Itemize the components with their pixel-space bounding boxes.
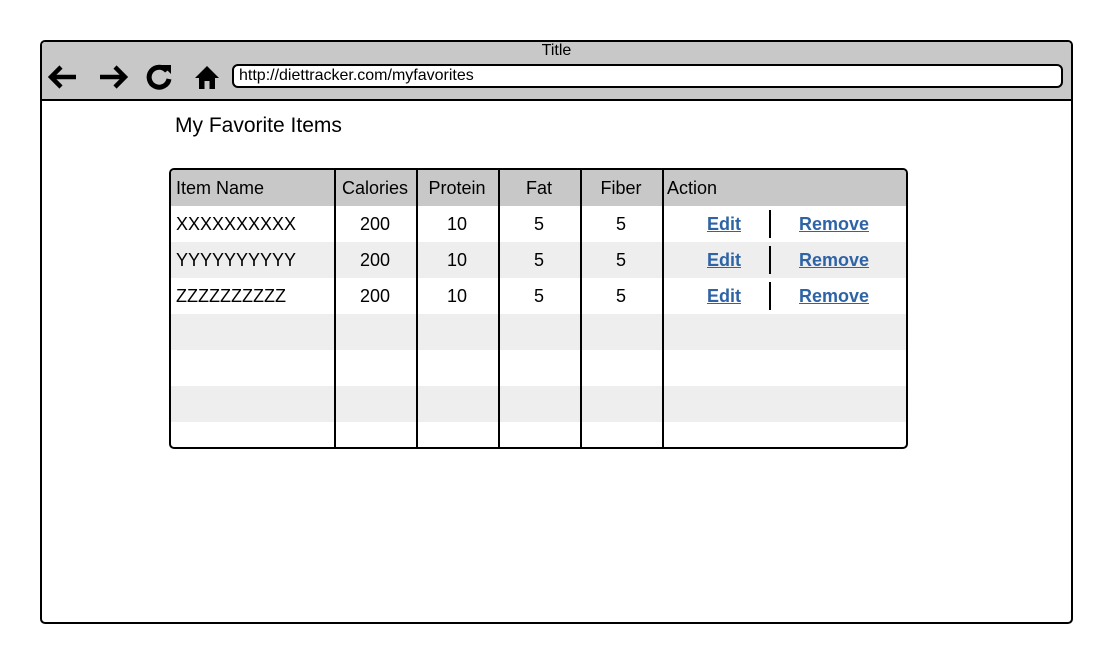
- column-header-item-name: Item Name: [176, 178, 265, 198]
- column-header-action: Action: [667, 178, 718, 198]
- address-bar[interactable]: http://diettracker.com/myfavorites: [232, 64, 1063, 88]
- fiber-cell: 5: [615, 214, 626, 234]
- edit-link[interactable]: Edit: [707, 242, 741, 278]
- forward-arrow-icon[interactable]: [96, 62, 130, 92]
- remove-link[interactable]: Remove: [799, 206, 869, 242]
- home-icon[interactable]: [190, 62, 224, 92]
- column-divider: [580, 170, 582, 447]
- empty-table-row: [171, 386, 906, 422]
- protein-cell: 10: [446, 250, 468, 270]
- action-cell: Edit Remove: [662, 206, 906, 242]
- window-title: Title: [541, 42, 572, 59]
- table-row: YYYYYYYYYY 200 10 5 5 Edit Remove: [171, 242, 906, 278]
- calories-cell: 200: [359, 214, 391, 234]
- action-cell: Edit Remove: [662, 242, 906, 278]
- fiber-cell: 5: [615, 250, 626, 270]
- browser-toolbar: Title http://diettracker.com/myfavorites: [42, 42, 1071, 101]
- item-name-cell: ZZZZZZZZZZ: [176, 286, 286, 306]
- column-divider: [498, 170, 500, 447]
- action-divider: [769, 282, 771, 310]
- column-header-protein: Protein: [428, 178, 486, 198]
- action-divider: [769, 210, 771, 238]
- column-header-fiber: Fiber: [600, 178, 642, 198]
- calories-cell: 200: [359, 250, 391, 270]
- protein-cell: 10: [446, 286, 468, 306]
- page-title: My Favorite Items: [175, 114, 342, 137]
- favorites-table: Item Name Calories Protein Fat Fiber Act…: [169, 168, 908, 449]
- remove-link[interactable]: Remove: [799, 278, 869, 314]
- empty-table-row: [171, 314, 906, 350]
- column-header-calories: Calories: [341, 178, 409, 198]
- back-arrow-icon[interactable]: [46, 62, 80, 92]
- table-row: ZZZZZZZZZZ 200 10 5 5 Edit Remove: [171, 278, 906, 314]
- action-divider: [769, 246, 771, 274]
- column-header-fat: Fat: [525, 178, 552, 198]
- reload-icon[interactable]: [142, 62, 176, 92]
- action-cell: Edit Remove: [662, 278, 906, 314]
- empty-table-row: [171, 350, 906, 386]
- calories-cell: 200: [359, 286, 391, 306]
- fat-cell: 5: [533, 214, 544, 234]
- fat-cell: 5: [533, 250, 544, 270]
- edit-link[interactable]: Edit: [707, 278, 741, 314]
- edit-link[interactable]: Edit: [707, 206, 741, 242]
- table-header-row: Item Name Calories Protein Fat Fiber Act…: [171, 170, 906, 206]
- empty-table-row: [171, 422, 906, 447]
- column-divider: [662, 170, 664, 447]
- column-divider: [416, 170, 418, 447]
- protein-cell: 10: [446, 214, 468, 234]
- item-name-cell: XXXXXXXXXX: [176, 214, 297, 234]
- item-name-cell: YYYYYYYYYY: [176, 250, 297, 270]
- fiber-cell: 5: [615, 286, 626, 306]
- table-row: XXXXXXXXXX 200 10 5 5 Edit Remove: [171, 206, 906, 242]
- remove-link[interactable]: Remove: [799, 242, 869, 278]
- fat-cell: 5: [533, 286, 544, 306]
- column-divider: [334, 170, 336, 447]
